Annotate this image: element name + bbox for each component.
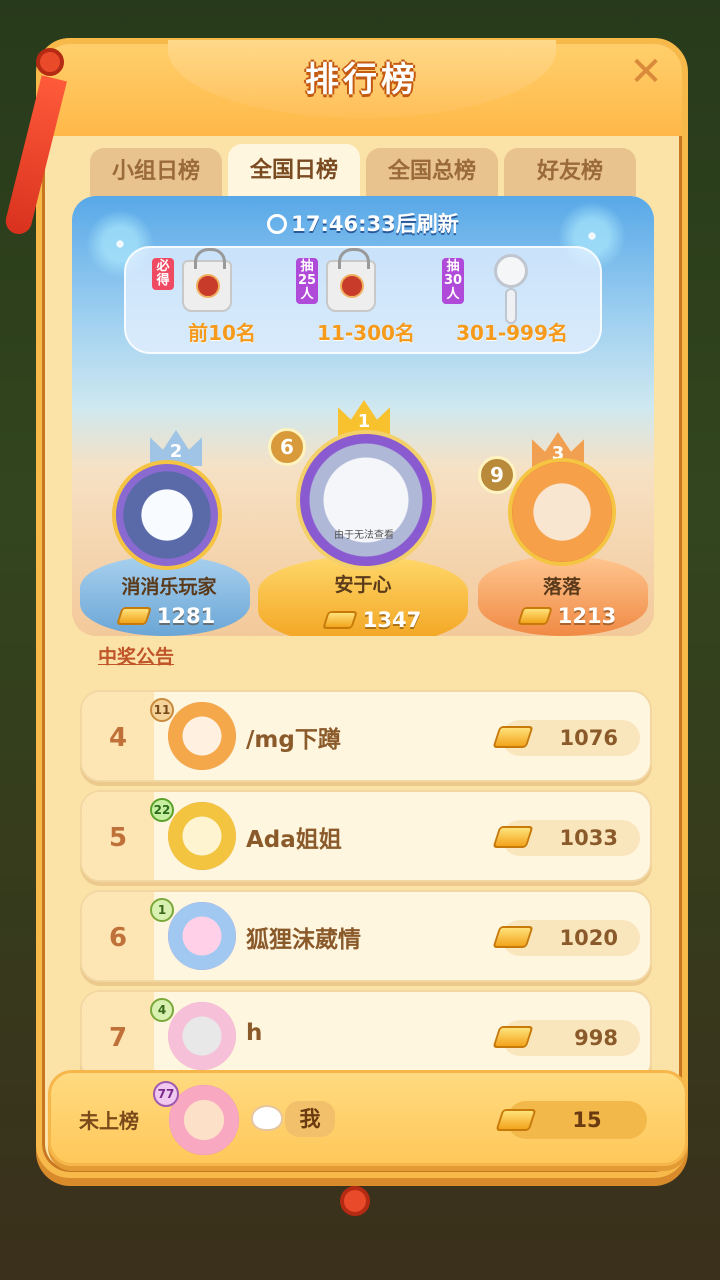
rank-number: 4 <box>82 692 154 780</box>
level-badge: 4 <box>150 998 174 1022</box>
rank-number: 7 <box>82 992 154 1080</box>
gold-bar-icon <box>115 607 152 625</box>
prize-301-999[interactable]: 抽30人 301-999名 <box>442 254 582 354</box>
tab-bar: 小组日榜 全国日榜 全国总榜 好友榜 <box>90 144 638 198</box>
ribbon-decoration <box>310 1182 400 1222</box>
gold-bar-icon <box>492 1026 534 1048</box>
ribbon-decoration <box>3 48 67 248</box>
player-name: /mg下蹲 <box>246 727 341 753</box>
prize-tag: 抽25人 <box>296 258 318 304</box>
handheld-fan-icon <box>494 254 528 324</box>
rank-number: 5 <box>82 792 154 880</box>
top-three-stage: 17:46:33后刷新 必得 前10名 抽25人 11-300名 抽30人 30… <box>72 196 654 636</box>
prize-tag: 抽30人 <box>442 258 464 304</box>
bunny-icon <box>251 1105 283 1131</box>
gold-bar-icon <box>492 726 534 748</box>
dialog-header: 排行榜 ✕ <box>42 40 682 136</box>
prize-panel: 必得 前10名 抽25人 11-300名 抽30人 301-999名 <box>124 246 602 354</box>
leaderboard-dialog: 排行榜 ✕ 小组日榜 全国日榜 全国总榜 好友榜 17:46:33后刷新 必得 … <box>3 38 688 1178</box>
avatar[interactable] <box>168 702 236 770</box>
tote-bag-icon <box>326 248 376 312</box>
tab-group-daily[interactable]: 小组日榜 <box>90 148 222 196</box>
avatar[interactable] <box>168 802 236 870</box>
podium-score-first: 1347 <box>298 608 448 632</box>
avatar-third[interactable] <box>508 458 616 566</box>
avatar-overlay-text: 由于无法查看 <box>334 530 394 541</box>
prize-range: 11-300名 <box>317 321 415 345</box>
avatar[interactable] <box>168 902 236 970</box>
gold-bar-icon <box>516 607 553 625</box>
dialog-title: 排行榜 <box>305 60 419 100</box>
avatar[interactable] <box>168 1002 236 1070</box>
my-name: 我 <box>285 1101 335 1137</box>
my-rank-label: 未上榜 <box>79 1109 139 1133</box>
close-icon[interactable]: ✕ <box>624 50 668 94</box>
tab-friends[interactable]: 好友榜 <box>504 148 636 196</box>
level-badge-first: 6 <box>268 428 306 466</box>
prize-top10[interactable]: 必得 前10名 <box>152 248 292 354</box>
podium-name-first: 安于心 <box>334 574 392 596</box>
level-badge: 11 <box>150 698 174 722</box>
avatar-second[interactable] <box>112 460 222 570</box>
my-level-badge: 77 <box>153 1081 179 1107</box>
clock-icon <box>267 214 288 234</box>
winner-announcement-link[interactable]: 中奖公告 <box>98 642 174 669</box>
level-badge: 22 <box>150 798 174 822</box>
player-name: 狐狸沫葳情 <box>246 927 361 953</box>
list-item[interactable]: 7 4 h 998 <box>80 990 652 1082</box>
gold-bar-icon <box>321 611 358 629</box>
tote-bag-icon <box>182 248 232 312</box>
player-name: h <box>246 1020 263 1046</box>
prize-range: 前10名 <box>188 321 256 345</box>
podium-name-second: 消消乐玩家 <box>121 576 217 598</box>
podium-score-third: 1213 <box>498 604 638 628</box>
player-name: Ada姐姐 <box>246 827 342 853</box>
tab-national-daily[interactable]: 全国日榜 <box>228 144 360 198</box>
my-avatar[interactable] <box>169 1085 239 1155</box>
refresh-countdown: 17:46:33后刷新 <box>72 208 654 238</box>
level-badge-third: 9 <box>478 456 516 494</box>
gold-bar-icon <box>492 926 534 948</box>
prize-tag: 必得 <box>152 258 174 290</box>
list-item[interactable]: 5 22 Ada姐姐 1033 <box>80 790 652 882</box>
list-item[interactable]: 4 11 /mg下蹲 1076 <box>80 690 652 782</box>
prize-range: 301-999名 <box>456 321 568 345</box>
my-rank-row[interactable]: 未上榜 77 我 15 <box>48 1070 688 1166</box>
podium-score-second: 1281 <box>102 604 232 628</box>
prize-11-300[interactable]: 抽25人 11-300名 <box>296 248 436 354</box>
podium-name-third: 落落 <box>542 576 581 598</box>
level-badge: 1 <box>150 898 174 922</box>
gold-bar-icon <box>492 826 534 848</box>
list-item[interactable]: 6 1 狐狸沫葳情 1020 <box>80 890 652 982</box>
rank-number: 6 <box>82 892 154 980</box>
avatar-first[interactable] <box>296 430 436 570</box>
tab-national-total[interactable]: 全国总榜 <box>366 148 498 196</box>
gold-bar-icon <box>495 1109 537 1131</box>
